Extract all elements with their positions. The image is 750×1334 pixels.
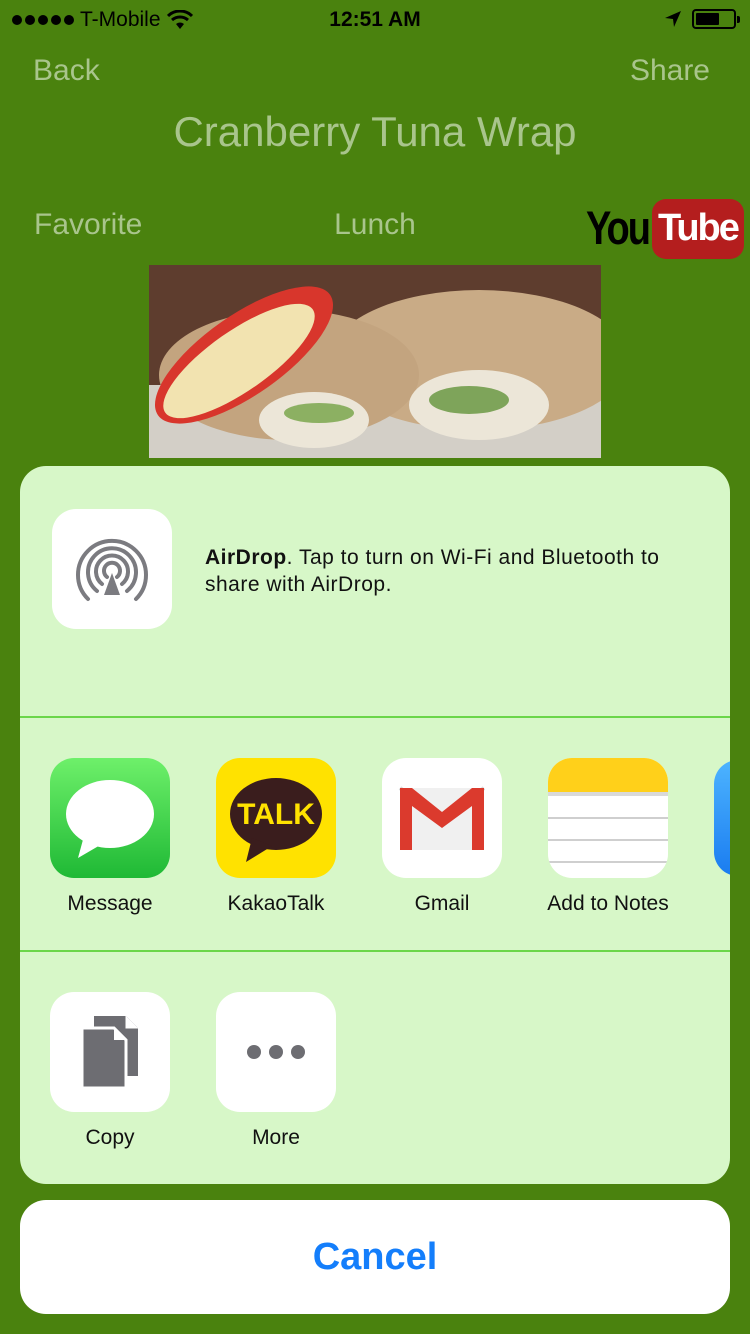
share-app-label: Add to Notes (547, 892, 669, 915)
gmail-icon (382, 758, 502, 878)
share-app-gmail[interactable]: Gmail (372, 758, 512, 916)
youtube-button[interactable]: You Tube (586, 198, 744, 260)
airdrop-description: AirDrop. Tap to turn on Wi-Fi and Blueto… (205, 544, 705, 598)
airdrop-icon (76, 539, 148, 601)
share-app-message[interactable]: Message (40, 758, 180, 916)
clock: 12:51 AM (329, 8, 421, 31)
notes-icon (548, 758, 668, 878)
share-app-notes[interactable]: Add to Notes (538, 758, 678, 916)
action-copy[interactable]: Copy (40, 992, 180, 1150)
copy-icon (50, 992, 170, 1112)
wrap-illustration (149, 265, 601, 458)
divider (20, 950, 730, 952)
page-title: Cranberry Tuna Wrap (173, 108, 577, 155)
share-app-partial[interactable] (714, 760, 730, 876)
share-sheet: AirDrop. Tap to turn on Wi-Fi and Blueto… (20, 466, 730, 1184)
location-arrow-icon (665, 11, 681, 27)
kakaotalk-icon: TALK (216, 758, 336, 878)
cancel-button[interactable]: Cancel (20, 1200, 730, 1314)
action-more[interactable]: More (206, 992, 346, 1150)
airdrop-button[interactable] (52, 509, 172, 629)
share-app-label: Message (67, 892, 153, 915)
more-icon (216, 992, 336, 1112)
back-button[interactable]: Back (33, 54, 100, 88)
airdrop-title: AirDrop (205, 546, 287, 569)
share-button[interactable]: Share (630, 54, 710, 88)
youtube-logo-you: You (586, 202, 651, 255)
youtube-logo-tube: Tube (651, 199, 744, 259)
battery-icon (692, 9, 740, 29)
share-app-label: KakaoTalk (227, 892, 325, 915)
action-label: Copy (85, 1126, 135, 1149)
battery-fill (696, 13, 719, 25)
messages-icon (50, 758, 170, 878)
kakaotalk-icon-text: TALK (237, 798, 315, 831)
status-bar: T-Mobile 12:51 AM (0, 0, 750, 40)
action-label: More (252, 1126, 300, 1149)
share-app-kakaotalk[interactable]: TALK KakaoTalk (206, 758, 346, 916)
status-right (664, 9, 740, 29)
divider (20, 716, 730, 718)
recipe-photo (149, 265, 601, 458)
share-app-label: Gmail (414, 892, 470, 915)
